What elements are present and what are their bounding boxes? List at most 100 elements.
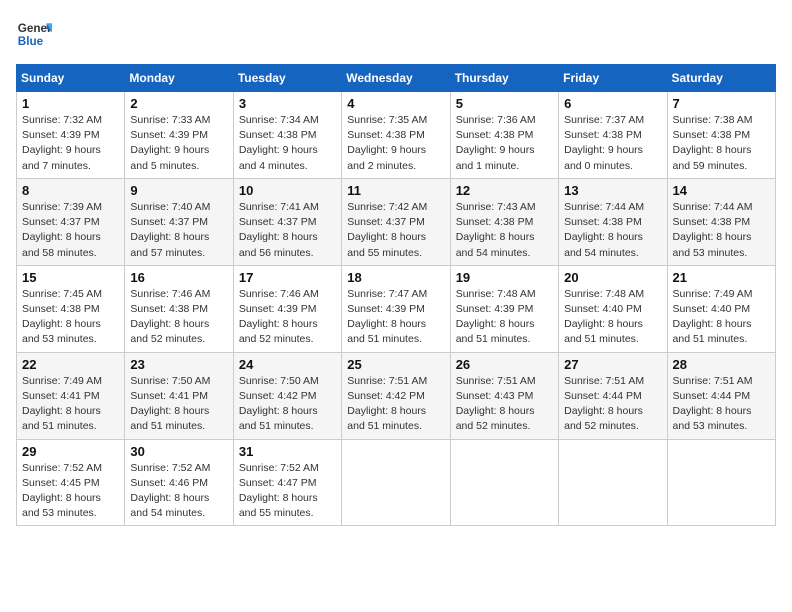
logo: General Blue — [16, 16, 52, 52]
calendar-cell: 15 Sunrise: 7:45 AM Sunset: 4:38 PM Dayli… — [17, 265, 125, 352]
calendar-cell: 14 Sunrise: 7:44 AM Sunset: 4:38 PM Dayli… — [667, 178, 775, 265]
day-number: 29 — [22, 444, 119, 459]
calendar-week-5: 29 Sunrise: 7:52 AM Sunset: 4:45 PM Dayli… — [17, 439, 776, 526]
day-info: Sunrise: 7:50 AM Sunset: 4:41 PM Dayligh… — [130, 374, 227, 435]
day-number: 13 — [564, 183, 661, 198]
header: General Blue — [16, 16, 776, 52]
calendar-cell: 3 Sunrise: 7:34 AM Sunset: 4:38 PM Daylig… — [233, 92, 341, 179]
day-number: 20 — [564, 270, 661, 285]
calendar-cell: 23 Sunrise: 7:50 AM Sunset: 4:41 PM Dayli… — [125, 352, 233, 439]
calendar-week-4: 22 Sunrise: 7:49 AM Sunset: 4:41 PM Dayli… — [17, 352, 776, 439]
calendar-cell: 27Sunrise: 7:51 AM Sunset: 4:44 PM Dayli… — [559, 352, 667, 439]
calendar-cell: 29 Sunrise: 7:52 AM Sunset: 4:45 PM Dayli… — [17, 439, 125, 526]
day-info: Sunrise: 7:41 AM Sunset: 4:37 PM Dayligh… — [239, 200, 336, 261]
day-number: 26 — [456, 357, 553, 372]
day-info: Sunrise: 7:37 AM Sunset: 4:38 PM Dayligh… — [564, 113, 661, 174]
day-info: Sunrise: 7:52 AM Sunset: 4:45 PM Dayligh… — [22, 461, 119, 522]
col-header-wednesday: Wednesday — [342, 65, 450, 92]
calendar-cell: 12Sunrise: 7:43 AM Sunset: 4:38 PM Dayli… — [450, 178, 558, 265]
calendar-week-2: 8 Sunrise: 7:39 AM Sunset: 4:37 PM Daylig… — [17, 178, 776, 265]
day-info: Sunrise: 7:52 AM Sunset: 4:47 PM Dayligh… — [239, 461, 336, 522]
calendar-cell: 20 Sunrise: 7:48 AM Sunset: 4:40 PM Dayli… — [559, 265, 667, 352]
day-info: Sunrise: 7:36 AM Sunset: 4:38 PM Dayligh… — [456, 113, 553, 174]
day-number: 22 — [22, 357, 119, 372]
calendar-cell: 18 Sunrise: 7:47 AM Sunset: 4:39 PM Dayli… — [342, 265, 450, 352]
day-info: Sunrise: 7:47 AM Sunset: 4:39 PM Dayligh… — [347, 287, 444, 348]
day-number: 3 — [239, 96, 336, 111]
calendar-cell: 21 Sunrise: 7:49 AM Sunset: 4:40 PM Dayli… — [667, 265, 775, 352]
svg-text:Blue: Blue — [18, 35, 44, 48]
calendar-cell: 10Sunrise: 7:41 AM Sunset: 4:37 PM Dayli… — [233, 178, 341, 265]
calendar-table: SundayMondayTuesdayWednesdayThursdayFrid… — [16, 64, 776, 526]
day-number: 5 — [456, 96, 553, 111]
day-info: Sunrise: 7:50 AM Sunset: 4:42 PM Dayligh… — [239, 374, 336, 435]
calendar-cell — [667, 439, 775, 526]
day-info: Sunrise: 7:44 AM Sunset: 4:38 PM Dayligh… — [564, 200, 661, 261]
day-info: Sunrise: 7:45 AM Sunset: 4:38 PM Dayligh… — [22, 287, 119, 348]
day-number: 19 — [456, 270, 553, 285]
day-number: 15 — [22, 270, 119, 285]
day-info: Sunrise: 7:44 AM Sunset: 4:38 PM Dayligh… — [673, 200, 770, 261]
day-info: Sunrise: 7:39 AM Sunset: 4:37 PM Dayligh… — [22, 200, 119, 261]
col-header-thursday: Thursday — [450, 65, 558, 92]
day-number: 18 — [347, 270, 444, 285]
day-info: Sunrise: 7:48 AM Sunset: 4:40 PM Dayligh… — [564, 287, 661, 348]
day-info: Sunrise: 7:48 AM Sunset: 4:39 PM Dayligh… — [456, 287, 553, 348]
day-number: 4 — [347, 96, 444, 111]
col-header-saturday: Saturday — [667, 65, 775, 92]
logo-icon: General Blue — [16, 16, 52, 52]
calendar-cell: 2Sunrise: 7:33 AM Sunset: 4:39 PM Daylig… — [125, 92, 233, 179]
calendar-cell: 1 Sunrise: 7:32 AM Sunset: 4:39 PM Daylig… — [17, 92, 125, 179]
day-number: 30 — [130, 444, 227, 459]
day-number: 17 — [239, 270, 336, 285]
day-number: 14 — [673, 183, 770, 198]
calendar-cell — [342, 439, 450, 526]
day-number: 12 — [456, 183, 553, 198]
day-number: 11 — [347, 183, 444, 198]
day-number: 9 — [130, 183, 227, 198]
day-number: 7 — [673, 96, 770, 111]
calendar-cell: 28 Sunrise: 7:51 AM Sunset: 4:44 PM Dayli… — [667, 352, 775, 439]
calendar-cell: 4 Sunrise: 7:35 AM Sunset: 4:38 PM Daylig… — [342, 92, 450, 179]
day-info: Sunrise: 7:49 AM Sunset: 4:40 PM Dayligh… — [673, 287, 770, 348]
calendar-cell: 9 Sunrise: 7:40 AM Sunset: 4:37 PM Daylig… — [125, 178, 233, 265]
day-info: Sunrise: 7:51 AM Sunset: 4:44 PM Dayligh… — [673, 374, 770, 435]
day-number: 24 — [239, 357, 336, 372]
calendar-week-3: 15 Sunrise: 7:45 AM Sunset: 4:38 PM Dayli… — [17, 265, 776, 352]
day-number: 23 — [130, 357, 227, 372]
day-number: 8 — [22, 183, 119, 198]
day-info: Sunrise: 7:42 AM Sunset: 4:37 PM Dayligh… — [347, 200, 444, 261]
day-info: Sunrise: 7:51 AM Sunset: 4:43 PM Dayligh… — [456, 374, 553, 435]
calendar-cell — [559, 439, 667, 526]
day-info: Sunrise: 7:46 AM Sunset: 4:39 PM Dayligh… — [239, 287, 336, 348]
calendar-cell: 8 Sunrise: 7:39 AM Sunset: 4:37 PM Daylig… — [17, 178, 125, 265]
col-header-sunday: Sunday — [17, 65, 125, 92]
day-info: Sunrise: 7:35 AM Sunset: 4:38 PM Dayligh… — [347, 113, 444, 174]
day-info: Sunrise: 7:46 AM Sunset: 4:38 PM Dayligh… — [130, 287, 227, 348]
calendar-cell: 13 Sunrise: 7:44 AM Sunset: 4:38 PM Dayli… — [559, 178, 667, 265]
calendar-cell: 16Sunrise: 7:46 AM Sunset: 4:38 PM Dayli… — [125, 265, 233, 352]
calendar-cell: 17 Sunrise: 7:46 AM Sunset: 4:39 PM Dayli… — [233, 265, 341, 352]
col-header-monday: Monday — [125, 65, 233, 92]
day-info: Sunrise: 7:38 AM Sunset: 4:38 PM Dayligh… — [673, 113, 770, 174]
calendar-cell: 19 Sunrise: 7:48 AM Sunset: 4:39 PM Dayli… — [450, 265, 558, 352]
calendar-cell: 31 Sunrise: 7:52 AM Sunset: 4:47 PM Dayli… — [233, 439, 341, 526]
day-number: 6 — [564, 96, 661, 111]
col-header-friday: Friday — [559, 65, 667, 92]
day-info: Sunrise: 7:34 AM Sunset: 4:38 PM Dayligh… — [239, 113, 336, 174]
calendar-cell: 11 Sunrise: 7:42 AM Sunset: 4:37 PM Dayli… — [342, 178, 450, 265]
day-number: 28 — [673, 357, 770, 372]
calendar-cell: 24 Sunrise: 7:50 AM Sunset: 4:42 PM Dayli… — [233, 352, 341, 439]
day-info: Sunrise: 7:40 AM Sunset: 4:37 PM Dayligh… — [130, 200, 227, 261]
day-number: 21 — [673, 270, 770, 285]
day-number: 31 — [239, 444, 336, 459]
calendar-cell: 22 Sunrise: 7:49 AM Sunset: 4:41 PM Dayli… — [17, 352, 125, 439]
calendar-cell: 7 Sunrise: 7:38 AM Sunset: 4:38 PM Daylig… — [667, 92, 775, 179]
day-info: Sunrise: 7:49 AM Sunset: 4:41 PM Dayligh… — [22, 374, 119, 435]
calendar-week-1: 1 Sunrise: 7:32 AM Sunset: 4:39 PM Daylig… — [17, 92, 776, 179]
day-number: 1 — [22, 96, 119, 111]
calendar-cell: 30 Sunrise: 7:52 AM Sunset: 4:46 PM Dayli… — [125, 439, 233, 526]
day-info: Sunrise: 7:32 AM Sunset: 4:39 PM Dayligh… — [22, 113, 119, 174]
calendar-cell: 5 Sunrise: 7:36 AM Sunset: 4:38 PM Daylig… — [450, 92, 558, 179]
day-info: Sunrise: 7:52 AM Sunset: 4:46 PM Dayligh… — [130, 461, 227, 522]
